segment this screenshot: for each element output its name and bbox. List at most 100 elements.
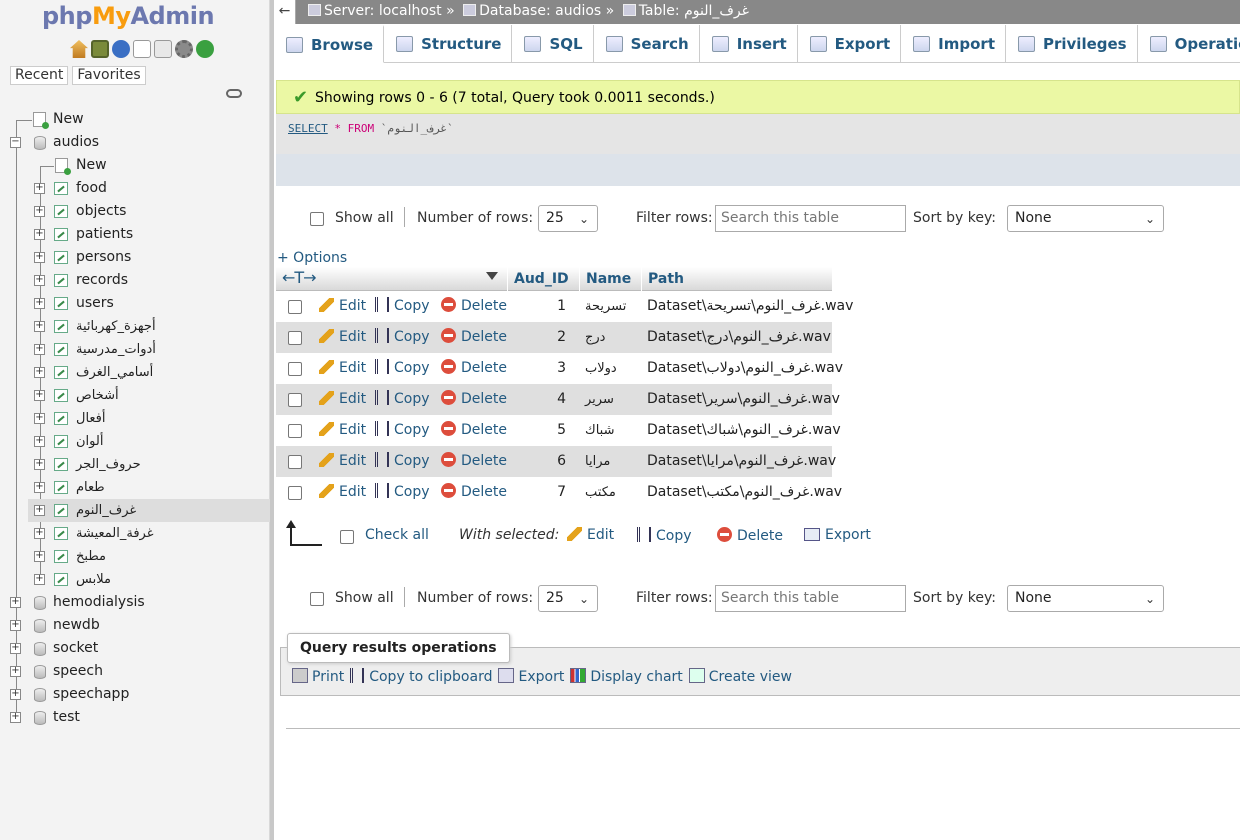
bulk-delete-button[interactable]: Delete xyxy=(717,527,783,544)
options-link[interactable]: + Options xyxy=(277,250,347,266)
tree-item-database[interactable]: speechapp xyxy=(53,683,129,706)
delete-row-button[interactable]: Delete xyxy=(441,353,507,384)
copy-row-button[interactable]: Copy xyxy=(375,322,430,353)
expand-icon[interactable]: + xyxy=(34,275,45,286)
tree-item-database[interactable]: newdb xyxy=(53,614,100,637)
tree-item-table[interactable]: persons xyxy=(76,246,131,269)
expand-icon[interactable]: + xyxy=(34,436,45,447)
sort-by-key-select[interactable]: None ⌄ xyxy=(1007,205,1164,232)
edit-row-button[interactable]: Edit xyxy=(319,291,366,322)
tree-item-table[interactable]: ملابس xyxy=(76,568,111,591)
expand-icon[interactable]: + xyxy=(34,344,45,355)
tree-item-table[interactable]: غرف_النوم xyxy=(76,499,136,522)
display-chart-link[interactable]: Display chart xyxy=(570,668,683,685)
tree-item-table[interactable]: أفعال xyxy=(76,407,106,430)
row-checkbox[interactable] xyxy=(288,300,302,314)
show-all-checkbox[interactable] xyxy=(310,212,324,226)
number-of-rows-select[interactable]: 25 ⌄ xyxy=(538,205,598,232)
copy-row-button[interactable]: Copy xyxy=(375,477,430,508)
row-checkbox[interactable] xyxy=(288,393,302,407)
favorites-tab[interactable]: Favorites xyxy=(72,66,146,85)
collapse-icon[interactable]: − xyxy=(10,137,21,148)
bulk-copy-button[interactable]: Copy xyxy=(637,527,692,544)
row-checkbox[interactable] xyxy=(288,424,302,438)
delete-row-button[interactable]: Delete xyxy=(441,477,507,508)
delete-row-button[interactable]: Delete xyxy=(441,415,507,446)
expand-icon[interactable]: + xyxy=(10,620,21,631)
tree-item-table[interactable]: حروف_الجر xyxy=(76,453,141,476)
breadcrumb-database[interactable]: Database: audios » xyxy=(479,3,614,19)
phpmyadmin-logo[interactable]: phpMyAdmin xyxy=(42,2,215,30)
edit-row-button[interactable]: Edit xyxy=(319,477,366,508)
row-checkbox[interactable] xyxy=(288,362,302,376)
tree-item-table[interactable]: أدوات_مدرسية xyxy=(76,338,156,361)
copy-row-button[interactable]: Copy xyxy=(375,446,430,477)
tree-item-table[interactable]: غرفة_المعيشة xyxy=(76,522,154,545)
nav-resizer[interactable] xyxy=(270,0,274,840)
column-header-aud-id[interactable]: Aud_ID xyxy=(507,267,579,291)
filter-rows-input[interactable]: Search this table xyxy=(715,585,906,612)
sort-down-icon[interactable] xyxy=(486,272,498,280)
tree-item-table[interactable]: أجهزة_كهربائية xyxy=(76,315,156,338)
row-checkbox[interactable] xyxy=(288,486,302,500)
expand-icon[interactable]: + xyxy=(34,574,45,585)
tab-export[interactable]: Export xyxy=(798,25,902,63)
tree-item-table[interactable]: patients xyxy=(76,223,133,246)
row-checkbox[interactable] xyxy=(288,331,302,345)
column-resize-arrows-icon[interactable]: ←T→ xyxy=(282,267,317,289)
expand-icon[interactable]: + xyxy=(34,367,45,378)
help-icon[interactable] xyxy=(112,40,130,58)
tree-item-table[interactable]: food xyxy=(76,177,107,200)
column-header-path[interactable]: Path xyxy=(641,267,832,291)
expand-icon[interactable]: + xyxy=(34,206,45,217)
expand-icon[interactable]: + xyxy=(34,528,45,539)
copy-row-button[interactable]: Copy xyxy=(375,415,430,446)
tab-browse[interactable]: Browse xyxy=(274,25,385,63)
expand-icon[interactable]: + xyxy=(34,413,45,424)
tab-structure[interactable]: Structure xyxy=(384,25,513,63)
tree-item-audios[interactable]: audios xyxy=(53,131,99,154)
recent-tab[interactable]: Recent xyxy=(10,66,69,85)
expand-icon[interactable]: + xyxy=(34,551,45,562)
tree-item-table[interactable]: أشخاص xyxy=(76,384,119,407)
bulk-edit-button[interactable]: Edit xyxy=(567,527,614,543)
sql-docs-icon[interactable] xyxy=(154,40,172,58)
delete-row-button[interactable]: Delete xyxy=(441,446,507,477)
breadcrumb-server[interactable]: Server: localhost » xyxy=(324,3,455,19)
expand-icon[interactable]: + xyxy=(34,505,45,516)
number-of-rows-select[interactable]: 25 ⌄ xyxy=(538,585,598,612)
tab-operations[interactable]: Operations xyxy=(1138,25,1240,63)
expand-icon[interactable]: + xyxy=(10,689,21,700)
delete-row-button[interactable]: Delete xyxy=(441,384,507,415)
expand-icon[interactable]: + xyxy=(34,459,45,470)
reload-icon[interactable] xyxy=(196,40,214,58)
copy-to-clipboard-link[interactable]: Copy to clipboard xyxy=(350,668,492,685)
create-view-link[interactable]: Create view xyxy=(688,668,792,685)
expand-icon[interactable]: + xyxy=(10,643,21,654)
tree-item-table[interactable]: objects xyxy=(76,200,126,223)
expand-icon[interactable]: + xyxy=(34,183,45,194)
expand-icon[interactable]: + xyxy=(10,712,21,723)
edit-row-button[interactable]: Edit xyxy=(319,384,366,415)
show-all-checkbox[interactable] xyxy=(310,592,324,606)
expand-icon[interactable]: + xyxy=(34,482,45,493)
exit-icon[interactable] xyxy=(91,40,109,58)
expand-icon[interactable]: + xyxy=(34,298,45,309)
column-header-name[interactable]: Name xyxy=(579,267,641,291)
breadcrumb-table[interactable]: Table: غرف_النوم xyxy=(639,3,749,19)
expand-icon[interactable]: + xyxy=(10,597,21,608)
expand-icon[interactable]: + xyxy=(34,321,45,332)
expand-icon[interactable]: + xyxy=(10,666,21,677)
copy-row-button[interactable]: Copy xyxy=(375,353,430,384)
bulk-export-button[interactable]: Export xyxy=(804,527,871,543)
edit-row-button[interactable]: Edit xyxy=(319,353,366,384)
check-all-label[interactable]: Check all xyxy=(365,527,429,543)
tree-item-table[interactable]: records xyxy=(76,269,128,292)
delete-row-button[interactable]: Delete xyxy=(441,291,507,322)
delete-row-button[interactable]: Delete xyxy=(441,322,507,353)
home-icon[interactable] xyxy=(70,40,88,58)
export-link[interactable]: Export xyxy=(498,668,564,685)
edit-row-button[interactable]: Edit xyxy=(319,322,366,353)
tab-sql[interactable]: SQL xyxy=(512,25,594,63)
expand-icon[interactable]: + xyxy=(34,252,45,263)
